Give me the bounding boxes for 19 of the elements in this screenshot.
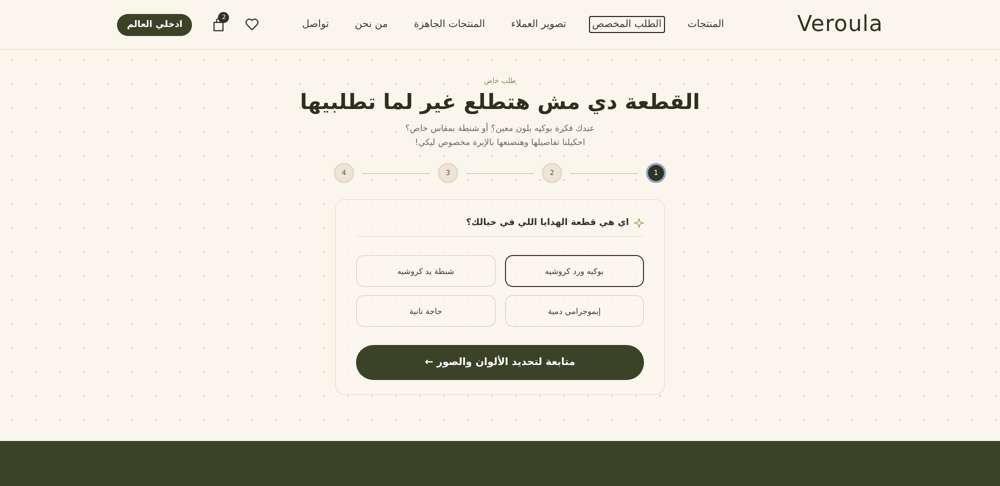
nav-link[interactable]: من نحن xyxy=(352,16,391,33)
nav-link[interactable]: الطلب المخصص xyxy=(589,16,664,33)
nav-link[interactable]: المنتجات xyxy=(684,16,728,33)
page-title: القطعة دي مش هتطلع غير لما تطلبيها xyxy=(300,90,700,114)
enter-button[interactable]: ادخلي العالم xyxy=(117,14,192,36)
option-button[interactable]: حاجة تانية xyxy=(356,295,496,327)
nav-link[interactable]: تصوير العملاء xyxy=(508,16,570,33)
nav-link[interactable]: تواصل xyxy=(299,16,332,33)
continue-button[interactable]: متابعة لتحديد الألوان والصور ← xyxy=(356,345,644,380)
question-label: اي هي قطعة الهدايا اللي في خيالك؟ xyxy=(466,218,629,228)
option-button[interactable]: بوكيه ورد كروشيه xyxy=(504,255,644,287)
shopping-bag-icon[interactable] xyxy=(212,18,226,32)
option-button[interactable]: شنطة يد كروشيه xyxy=(356,255,496,287)
logo[interactable]: Veroula xyxy=(797,12,883,37)
sparkle-icon xyxy=(634,218,644,228)
nav-link[interactable]: المنتجات الجاهزة xyxy=(410,16,488,33)
heart-icon[interactable] xyxy=(245,18,260,31)
subtitle: عندك فكرة بوكيه بلون معين؟ أو شنطة بمقاس خاص؟ احكيلنا تفاصيلها وهنصنعها بالإبرة مخصوص ليكي! xyxy=(404,122,596,150)
option-button[interactable]: إيموجرامي دمية xyxy=(504,295,644,327)
